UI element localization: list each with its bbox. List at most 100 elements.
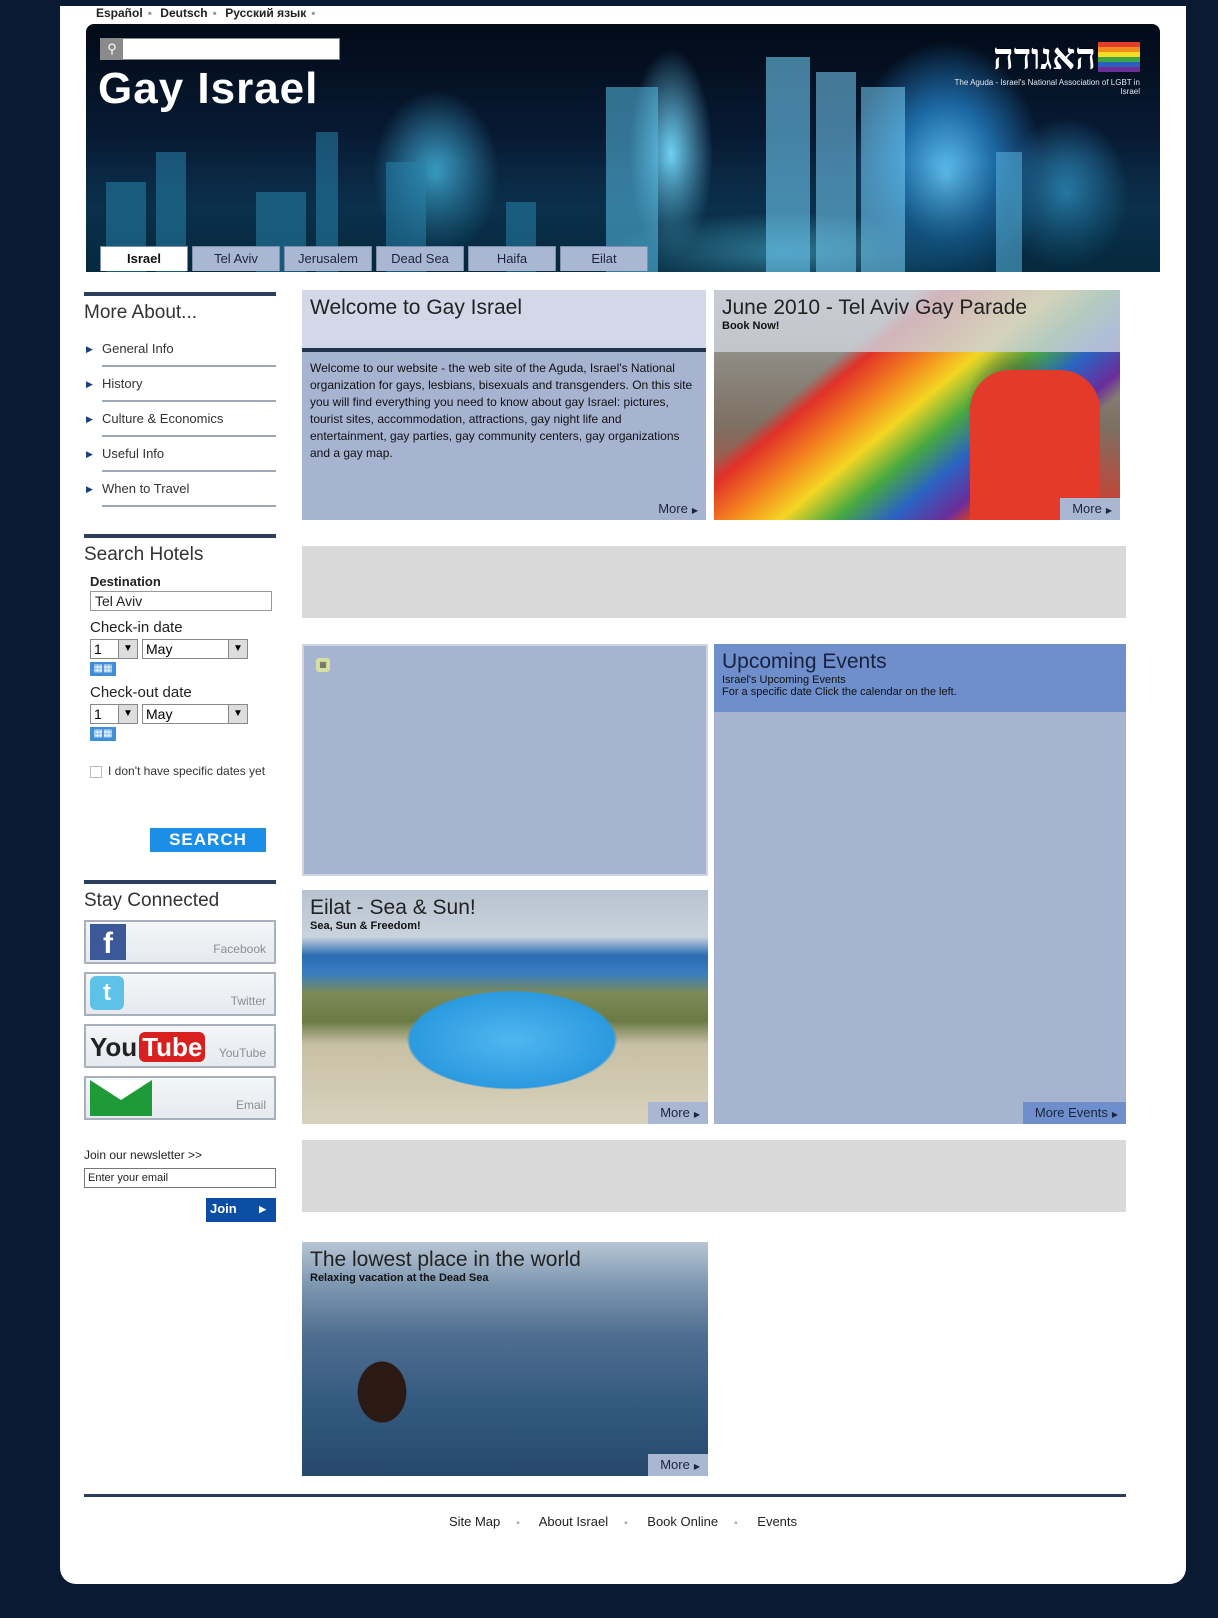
arrow-right-icon: ▶ — [691, 506, 698, 515]
footer-link-site-map[interactable]: Site Map — [449, 1514, 500, 1529]
newsletter-email-input[interactable]: Enter your email — [84, 1168, 276, 1188]
banner-placeholder — [302, 546, 1126, 618]
youtube-icon: You Tube — [90, 1028, 206, 1066]
chevron-down-icon: ▼ — [228, 705, 247, 723]
welcome-text: Welcome to our website - the web site of… — [310, 361, 693, 460]
arrow-right-icon: ▶ — [693, 1462, 700, 1471]
no-dates-option: I don't have specific dates yet — [90, 763, 276, 779]
chevron-down-icon: ▼ — [118, 640, 137, 658]
footer-nav: Site Map ▪ About Israel ▪ Book Online ▪ Eve… — [448, 1514, 798, 1529]
bullet-icon: ▶ — [86, 344, 93, 354]
stay-connected-section: Stay Connected f Facebook t Twitter You T… — [84, 880, 276, 1222]
region-tabs: Israel Tel Aviv Jerusalem Dead Sea Haifa… — [100, 246, 652, 272]
bullet-icon: ▶ — [86, 449, 93, 459]
sidebar-item-general-info[interactable]: ▶ General Info — [86, 332, 276, 367]
checkout-month-select[interactable]: May ▼ — [142, 704, 248, 724]
language-link-russian[interactable]: Русский язык — [225, 6, 306, 20]
calendar-widget-panel: ▦ — [302, 644, 708, 876]
eilat-subtitle: Sea, Sun & Freedom! — [310, 920, 421, 932]
twitter-link[interactable]: t Twitter — [84, 972, 276, 1016]
stay-connected-title: Stay Connected — [84, 890, 220, 911]
arrow-right-icon: ▶ — [1105, 506, 1112, 515]
tab-tel-aviv[interactable]: Tel Aviv — [192, 246, 280, 271]
tab-haifa[interactable]: Haifa — [468, 246, 556, 271]
tab-israel[interactable]: Israel — [100, 246, 188, 271]
rainbow-flag-icon — [1098, 42, 1140, 72]
facebook-icon: f — [90, 924, 126, 960]
eilat-title: Eilat - Sea & Sun! — [310, 896, 476, 919]
facebook-link[interactable]: f Facebook — [84, 920, 276, 964]
dead-sea-subtitle: Relaxing vacation at the Dead Sea — [310, 1272, 489, 1284]
dead-sea-title: The lowest place in the world — [310, 1248, 581, 1271]
search-icon[interactable]: ⚲ — [101, 39, 123, 59]
more-events-link[interactable]: More Events ▶ — [1022, 1102, 1126, 1124]
welcome-more-link[interactable]: More ▶ — [646, 498, 706, 520]
tab-dead-sea[interactable]: Dead Sea — [376, 246, 464, 271]
welcome-title: Welcome to Gay Israel — [310, 296, 523, 319]
search-hotels-title: Search Hotels — [84, 544, 204, 565]
site-title: Gay Israel — [98, 64, 319, 113]
footer-link-book-online[interactable]: Book Online — [647, 1514, 718, 1529]
destination-label: Destination — [90, 574, 161, 589]
header-banner: ⚲ Gay Israel האגודה The Aguda - Israel's… — [86, 24, 1160, 272]
arrow-right-icon: ▶ — [693, 1110, 700, 1119]
search-hotels-button[interactable]: SEARCH — [150, 828, 266, 852]
sidebar-item-when-to-travel[interactable]: ▶ When to Travel — [86, 472, 276, 507]
bullet-icon: ▶ — [86, 484, 93, 494]
upcoming-events-panel: Upcoming Events Israel's Upcoming Events… — [714, 644, 1126, 1124]
sidebar-item-history[interactable]: ▶ History — [86, 367, 276, 402]
calendar-icon[interactable]: ▦▦ — [90, 727, 116, 741]
welcome-panel: Welcome to Gay Israel Welcome to our web… — [302, 290, 706, 520]
checkout-day-select[interactable]: 1 ▼ — [90, 704, 138, 724]
bullet-icon: ▶ — [86, 414, 93, 424]
logo-subtitle: The Aguda - Israel's National Associatio… — [954, 78, 1140, 96]
site-search-input[interactable]: ⚲ — [100, 38, 340, 60]
sidebar-item-useful-info[interactable]: ▶ Useful Info — [86, 437, 276, 472]
twitter-icon: t — [90, 976, 124, 1010]
language-link-spanish[interactable]: Español — [96, 6, 143, 20]
checkout-label: Check-out date — [90, 684, 192, 701]
tab-eilat[interactable]: Eilat — [560, 246, 648, 271]
language-bar: Español ▪ Deutsch ▪ Русский язык ▪ — [96, 6, 316, 20]
more-about-title: More About... — [84, 302, 198, 323]
tab-jerusalem[interactable]: Jerusalem — [284, 246, 372, 271]
events-subtitle: Israel's Upcoming Events — [722, 674, 846, 686]
newsletter-label: Join our newsletter >> — [84, 1148, 203, 1162]
chevron-down-icon: ▼ — [228, 640, 247, 658]
bullet-icon: ▶ — [86, 379, 93, 389]
parade-more-link[interactable]: More ▶ — [1060, 498, 1120, 520]
footer-link-about-israel[interactable]: About Israel — [539, 1514, 608, 1529]
calendar-icon[interactable]: ▦▦ — [90, 662, 116, 676]
parade-panel[interactable]: June 2010 - Tel Aviv Gay Parade Book Now… — [714, 290, 1120, 520]
language-link-german[interactable]: Deutsch — [160, 6, 207, 20]
banner-placeholder — [302, 1140, 1126, 1212]
email-icon — [90, 1080, 152, 1116]
sidebar-item-culture-economics[interactable]: ▶ Culture & Economics — [86, 402, 276, 437]
dead-sea-panel[interactable]: The lowest place in the world Relaxing v… — [302, 1242, 708, 1476]
checkin-month-select[interactable]: May ▼ — [142, 639, 248, 659]
email-link[interactable]: Email — [84, 1076, 276, 1120]
destination-input[interactable]: Tel Aviv — [90, 591, 272, 611]
checkin-label: Check-in date — [90, 619, 183, 636]
parade-title: June 2010 - Tel Aviv Gay Parade — [722, 296, 1028, 319]
checkin-day-select[interactable]: 1 ▼ — [90, 639, 138, 659]
youtube-link[interactable]: You Tube YouTube — [84, 1024, 276, 1068]
dead-sea-more-link[interactable]: More ▶ — [648, 1454, 708, 1476]
arrow-right-icon: ▶ — [1111, 1110, 1118, 1119]
newsletter-join-button[interactable]: Join ▶ — [206, 1198, 276, 1222]
arrow-right-icon: ▶ — [259, 1204, 266, 1214]
no-dates-checkbox[interactable] — [90, 765, 102, 778]
parade-subtitle: Book Now! — [722, 320, 780, 332]
events-title: Upcoming Events — [722, 650, 887, 673]
more-about-section: More About... ▶ General Info ▶ History ▶ Cu… — [84, 292, 276, 507]
eilat-panel[interactable]: Eilat - Sea & Sun! Sea, Sun & Freedom! M… — [302, 890, 708, 1124]
no-dates-label: I don't have specific dates yet — [108, 764, 266, 778]
eilat-more-link[interactable]: More ▶ — [648, 1102, 708, 1124]
search-hotels-section: Search Hotels Destination Tel Aviv Check… — [84, 534, 276, 854]
chevron-down-icon: ▼ — [118, 705, 137, 723]
page: Español ▪ Deutsch ▪ Русский язык ▪ ⚲ Gay Is… — [60, 6, 1186, 1584]
footer-link-events[interactable]: Events — [757, 1514, 797, 1529]
widget-icon: ▦ — [316, 658, 330, 672]
aguda-logo[interactable]: האגודה The Aguda - Israel's National Ass… — [955, 36, 1150, 106]
logo-hebrew-text: האגודה — [993, 36, 1096, 78]
